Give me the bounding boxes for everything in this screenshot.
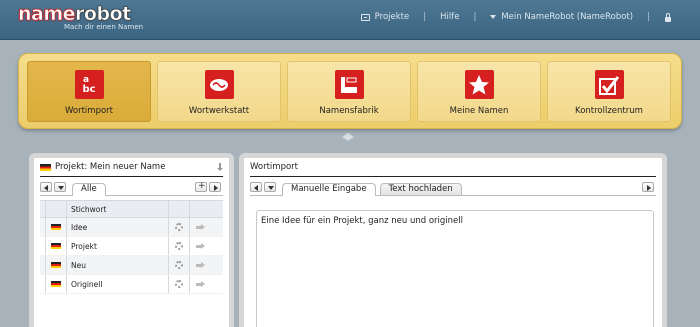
tab-dropdown-button[interactable] [54, 182, 66, 192]
tab-scroll-left-button[interactable] [250, 182, 262, 192]
top-navigation: Projekte | Hilfe | Mein NameRobot (NameR… [360, 12, 700, 22]
lock-icon[interactable] [664, 13, 672, 22]
add-tab-button[interactable] [195, 181, 207, 192]
module-label: Wortwerkstatt [188, 106, 250, 116]
keyword-cell: Idee [71, 222, 88, 232]
wortimport-panel-header: Wortimport [250, 158, 656, 177]
keyword-table: Stichwort Idee Projekt Neu Originell [40, 200, 223, 294]
module-tile-meine-namen[interactable]: Meine Namen [417, 61, 541, 122]
module-label: Namensfabrik [319, 106, 379, 116]
tab-manuelle-eingabe[interactable]: Manuelle Eingabe [282, 183, 376, 196]
project-title: Projekt: Mein neuer Name [55, 162, 166, 172]
module-label: Meine Namen [449, 106, 509, 116]
table-row[interactable]: Projekt [40, 237, 223, 256]
table-row[interactable]: Neu [40, 256, 223, 275]
star-icon [464, 70, 494, 99]
gear-icon[interactable] [175, 223, 183, 231]
nav-account-menu[interactable]: Mein NameRobot (NameRobot) [490, 12, 633, 22]
german-flag-icon [51, 243, 61, 249]
tab-dropdown-button[interactable] [264, 182, 276, 192]
wortimport-tab-bar: Manuelle Eingabe Text hochladen [250, 181, 656, 196]
collapse-handle-icon[interactable] [338, 131, 358, 143]
nav-separator: | [647, 12, 650, 22]
table-row[interactable]: Idee [40, 218, 223, 237]
logo-robot-text: robot [75, 3, 132, 26]
german-flag-icon [51, 224, 61, 230]
tab-text-hochladen[interactable]: Text hochladen [379, 183, 462, 195]
wortimport-title: Wortimport [250, 162, 298, 172]
projects-icon [360, 13, 370, 21]
module-tile-wortimport[interactable]: a bc Wortimport [27, 61, 151, 122]
factory-icon [334, 70, 364, 99]
wortimport-panel: Wortimport Manuelle Eingabe Text hochlad… [239, 153, 667, 327]
table-row[interactable]: Originell [40, 275, 223, 294]
arrow-right-icon[interactable] [195, 242, 205, 249]
checkmark-icon [594, 70, 624, 99]
module-tile-namensfabrik[interactable]: Namensfabrik [287, 61, 411, 122]
column-header-stichwort[interactable]: Stichwort [67, 205, 168, 214]
nav-separator: | [473, 12, 477, 22]
module-tray: a bc Wortimport Wortwerkstatt Namensfabr… [18, 53, 682, 129]
german-flag-icon [51, 262, 61, 268]
arrow-right-icon[interactable] [195, 223, 205, 230]
nav-projects-label: Projekte [374, 12, 410, 22]
abc-icon-text-bc: bc [82, 83, 96, 95]
gear-icon[interactable] [175, 280, 183, 288]
logo-tagline: Mach dir einen Namen [64, 23, 144, 31]
keyword-cell: Neu [71, 260, 86, 270]
tab-alle[interactable]: Alle [72, 183, 106, 196]
module-tile-wortwerkstatt[interactable]: Wortwerkstatt [157, 61, 281, 122]
module-label: Kontrollzentrum [575, 106, 643, 116]
module-label: Wortimport [65, 106, 113, 116]
caret-down-icon [490, 15, 497, 19]
nav-account-label: Mein NameRobot (NameRobot) [501, 12, 634, 22]
pin-icon[interactable] [217, 163, 223, 171]
top-bar: name robot Mach dir einen Namen Projekte … [0, 0, 700, 40]
namerobot-logo[interactable]: name robot Mach dir einen Namen [18, 3, 143, 31]
nav-help-link[interactable]: Hilfe [440, 12, 459, 22]
module-tile-kontrollzentrum[interactable]: Kontrollzentrum [547, 61, 671, 122]
nav-projects-link[interactable]: Projekte [360, 12, 410, 22]
project-panel: Projekt: Mein neuer Name Alle Stichwort … [29, 153, 234, 327]
nav-separator: | [423, 12, 427, 22]
arrow-right-icon[interactable] [195, 261, 205, 268]
gear-icon[interactable] [175, 261, 183, 269]
gear-icon[interactable] [175, 242, 183, 250]
workshop-icon [204, 70, 234, 99]
german-flag-icon [51, 281, 61, 287]
manual-input-textarea[interactable]: Eine Idee für ein Projekt, ganz neu und … [256, 210, 654, 327]
project-tab-bar: Alle [40, 181, 223, 196]
keyword-cell: Projekt [71, 241, 97, 251]
keyword-cell: Originell [71, 279, 103, 289]
nav-help-label: Hilfe [440, 12, 460, 22]
tab-scroll-right-button[interactable] [642, 182, 654, 192]
tab-scroll-left-button[interactable] [40, 182, 52, 192]
german-flag-icon [40, 163, 51, 171]
table-header-row: Stichwort [40, 200, 223, 218]
abc-icon: a bc [74, 70, 104, 99]
project-panel-header: Projekt: Mein neuer Name [40, 158, 223, 177]
tab-scroll-right-button[interactable] [209, 182, 221, 192]
arrow-right-icon[interactable] [195, 280, 205, 287]
logo-name-text: name [18, 3, 76, 26]
